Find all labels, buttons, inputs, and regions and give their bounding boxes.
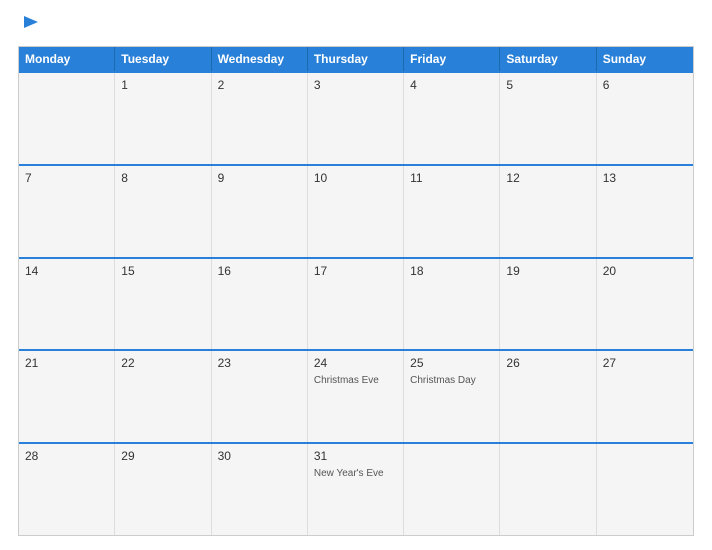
header-day-saturday: Saturday — [500, 47, 596, 71]
day-number: 20 — [603, 264, 687, 278]
day-number: 11 — [410, 171, 493, 185]
calendar-cell: 8 — [115, 166, 211, 257]
calendar-cell: 17 — [308, 259, 404, 350]
day-number: 15 — [121, 264, 204, 278]
calendar-cell: 9 — [212, 166, 308, 257]
day-number: 2 — [218, 78, 301, 92]
calendar-cell: 12 — [500, 166, 596, 257]
calendar-cell: 2 — [212, 73, 308, 164]
calendar-week-4: 21 22 23 24 Christmas Eve 25 Christmas Day 26 27 — [19, 349, 693, 442]
calendar-cell — [404, 444, 500, 535]
calendar-cell: 29 — [115, 444, 211, 535]
calendar-header: MondayTuesdayWednesdayThursdayFridaySatu… — [19, 47, 693, 71]
calendar-cell: 22 — [115, 351, 211, 442]
calendar-cell: 13 — [597, 166, 693, 257]
header-day-wednesday: Wednesday — [212, 47, 308, 71]
calendar-grid: MondayTuesdayWednesdayThursdayFridaySatu… — [18, 46, 694, 536]
day-number: 12 — [506, 171, 589, 185]
calendar-week-2: 789 10 11 12 13 — [19, 164, 693, 257]
day-number: 16 — [218, 264, 301, 278]
day-number: 10 — [314, 171, 397, 185]
day-number: 27 — [603, 356, 687, 370]
day-number: 13 — [603, 171, 687, 185]
calendar-cell: 6 — [597, 73, 693, 164]
calendar-page: MondayTuesdayWednesdayThursdayFridaySatu… — [0, 0, 712, 550]
day-number: 25 — [410, 356, 493, 370]
calendar-cell: 25 Christmas Day — [404, 351, 500, 442]
day-number: 8 — [121, 171, 204, 185]
calendar-cell: 21 — [19, 351, 115, 442]
day-number: 17 — [314, 264, 397, 278]
calendar-cell: 28 — [19, 444, 115, 535]
logo-flag-icon — [20, 14, 42, 36]
day-number: 22 — [121, 356, 204, 370]
holiday-name: Christmas Eve — [314, 374, 397, 387]
day-number: 3 — [314, 78, 397, 92]
calendar-body: 123456789101112131415161718192021222324C… — [19, 71, 693, 535]
logo — [18, 14, 42, 36]
day-number: 14 — [25, 264, 108, 278]
header-day-thursday: Thursday — [308, 47, 404, 71]
day-number: 4 — [410, 78, 493, 92]
day-number: 28 — [25, 449, 108, 463]
calendar-week-3: 14 15 16 17 18 19 20 — [19, 257, 693, 350]
calendar-cell: 10 — [308, 166, 404, 257]
calendar-cell: 14 — [19, 259, 115, 350]
day-number: 1 — [121, 78, 204, 92]
day-number: 5 — [506, 78, 589, 92]
calendar-cell: 15 — [115, 259, 211, 350]
day-number: 7 — [25, 171, 108, 185]
header-day-sunday: Sunday — [597, 47, 693, 71]
calendar-cell: 18 — [404, 259, 500, 350]
day-number: 30 — [218, 449, 301, 463]
calendar-week-5: 28 29 30 31 New Year's Eve — [19, 442, 693, 535]
holiday-name: New Year's Eve — [314, 467, 397, 480]
calendar-cell: 24 Christmas Eve — [308, 351, 404, 442]
day-number: 9 — [218, 171, 301, 185]
day-number: 24 — [314, 356, 397, 370]
calendar-cell: 30 — [212, 444, 308, 535]
day-number: 21 — [25, 356, 108, 370]
calendar-cell: 19 — [500, 259, 596, 350]
calendar-cell: 16 — [212, 259, 308, 350]
calendar-cell: 11 — [404, 166, 500, 257]
calendar-cell: 7 — [19, 166, 115, 257]
calendar-cell: 23 — [212, 351, 308, 442]
holiday-name: Christmas Day — [410, 374, 493, 387]
calendar-cell: 26 — [500, 351, 596, 442]
day-number: 26 — [506, 356, 589, 370]
header-day-monday: Monday — [19, 47, 115, 71]
header-day-friday: Friday — [404, 47, 500, 71]
calendar-cell: 1 — [115, 73, 211, 164]
calendar-cell — [500, 444, 596, 535]
calendar-cell: 31 New Year's Eve — [308, 444, 404, 535]
day-number: 31 — [314, 449, 397, 463]
day-number: 29 — [121, 449, 204, 463]
calendar-cell: 27 — [597, 351, 693, 442]
day-number: 6 — [603, 78, 687, 92]
calendar-cell: 4 — [404, 73, 500, 164]
calendar-cell — [597, 444, 693, 535]
day-number: 23 — [218, 356, 301, 370]
day-number: 18 — [410, 264, 493, 278]
calendar-cell — [19, 73, 115, 164]
calendar-cell: 20 — [597, 259, 693, 350]
calendar-cell: 3 — [308, 73, 404, 164]
header-day-tuesday: Tuesday — [115, 47, 211, 71]
calendar-week-1: 123456 — [19, 71, 693, 164]
day-number: 19 — [506, 264, 589, 278]
calendar-cell: 5 — [500, 73, 596, 164]
page-header — [18, 14, 694, 36]
